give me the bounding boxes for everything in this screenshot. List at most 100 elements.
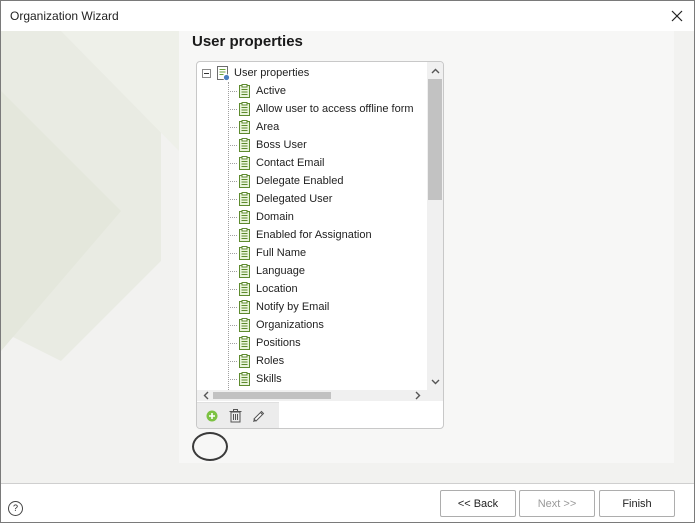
tree-item-label: Allow user to access offline form xyxy=(256,103,414,115)
tree-item[interactable]: Location xyxy=(228,280,298,298)
tree-root-node[interactable]: User properties xyxy=(202,64,309,82)
tree-connector xyxy=(228,144,237,146)
horizontal-scrollbar[interactable] xyxy=(197,390,427,401)
chevron-left-icon xyxy=(203,391,209,400)
property-icon xyxy=(239,138,250,152)
vertical-scroll-thumb[interactable] xyxy=(428,79,442,200)
finish-button[interactable]: Finish xyxy=(599,490,675,517)
tree-item[interactable]: Active xyxy=(228,82,286,100)
tree-connector xyxy=(228,180,237,182)
tree-item-label: Full Name xyxy=(256,247,307,259)
tree-item[interactable]: Skills xyxy=(228,370,282,388)
add-icon xyxy=(206,410,218,422)
tree-item[interactable]: Enabled for Assignation xyxy=(228,226,372,244)
tree-item[interactable]: Delegated User xyxy=(228,190,332,208)
chevron-up-icon xyxy=(431,68,439,73)
property-icon xyxy=(239,210,250,224)
property-icon xyxy=(239,318,250,332)
tree-connector xyxy=(228,270,237,272)
tree-view: User properties Active Allow user to acce… xyxy=(197,62,427,390)
tree-item-label: Roles xyxy=(256,355,285,367)
tree-item-label: Skills xyxy=(256,373,282,385)
property-icon xyxy=(239,372,250,386)
property-icon xyxy=(239,228,250,242)
property-icon xyxy=(239,84,250,98)
property-icon xyxy=(239,174,250,188)
pencil-icon xyxy=(253,410,265,422)
collapse-icon[interactable] xyxy=(202,68,211,78)
tree-item[interactable]: Delegate Enabled xyxy=(228,172,343,190)
delete-property-button[interactable] xyxy=(225,406,245,426)
tree-connector xyxy=(228,198,237,200)
property-icon xyxy=(239,246,250,260)
tree-item[interactable]: Notify by Email xyxy=(228,298,329,316)
tree-item-label: Contact Email xyxy=(256,157,325,169)
tree-item-label: Domain xyxy=(256,211,294,223)
help-icon[interactable]: ? xyxy=(8,501,23,516)
edit-property-button[interactable] xyxy=(249,406,269,426)
tree-item-label: Active xyxy=(256,85,286,97)
page-heading: User properties xyxy=(192,33,303,50)
property-icon xyxy=(239,120,250,134)
tree-connector xyxy=(228,252,237,254)
scroll-right-button[interactable] xyxy=(411,390,425,401)
property-icon xyxy=(239,354,250,368)
scroll-up-button[interactable] xyxy=(427,62,443,79)
user-properties-tree: User properties Active Allow user to acce… xyxy=(196,61,444,429)
tree-item-label: Enabled for Assignation xyxy=(256,229,372,241)
tree-item-label: Location xyxy=(256,283,298,295)
tree-connector xyxy=(228,288,237,290)
tree-item-label: Notify by Email xyxy=(256,301,330,313)
tree-item[interactable]: Positions xyxy=(228,334,301,352)
tree-connector xyxy=(228,378,237,380)
tree-item[interactable]: Language xyxy=(228,262,305,280)
close-icon xyxy=(671,10,683,22)
tree-item-label: Boss User xyxy=(256,139,307,151)
tree-item[interactable]: Full Name xyxy=(228,244,306,262)
tree-item[interactable]: Organizations xyxy=(228,316,324,334)
trash-icon xyxy=(229,409,241,423)
tree-item[interactable]: Allow user to access offline form xyxy=(228,100,414,118)
tree-connector xyxy=(228,216,237,218)
scroll-left-button[interactable] xyxy=(199,390,213,401)
chevron-down-icon xyxy=(431,379,439,384)
tree-item-label: Organizations xyxy=(256,319,324,331)
property-icon xyxy=(239,282,250,296)
tree-item[interactable]: Boss User xyxy=(228,136,307,154)
tree-item[interactable]: Roles xyxy=(228,352,284,370)
property-icon xyxy=(239,156,250,170)
tree-connector xyxy=(228,342,237,344)
tree-toolbar xyxy=(197,402,279,428)
property-icon xyxy=(239,264,250,278)
tree-item-label: Positions xyxy=(256,337,301,349)
wizard-footer: ? << Back Next >> Finish xyxy=(1,484,694,522)
next-button[interactable]: Next >> xyxy=(519,490,595,517)
title-bar: Organization Wizard xyxy=(1,1,694,31)
tree-connector xyxy=(228,90,237,92)
tree-item-label: Delegate Enabled xyxy=(256,175,344,187)
back-button[interactable]: << Back xyxy=(440,490,516,517)
tree-connector xyxy=(228,306,237,308)
organization-wizard-window: Organization Wizard User properties User… xyxy=(0,0,695,523)
scroll-down-button[interactable] xyxy=(427,373,443,390)
tree-item[interactable]: Domain xyxy=(228,208,294,226)
close-button[interactable] xyxy=(660,1,694,31)
tree-item[interactable]: Area xyxy=(228,118,279,136)
property-icon xyxy=(239,102,250,116)
horizontal-scroll-thumb[interactable] xyxy=(213,392,331,399)
tree-item-label: Language xyxy=(256,265,305,277)
tree-root-label: User properties xyxy=(234,67,310,79)
property-icon xyxy=(239,336,250,350)
tree-item-label: Delegated User xyxy=(256,193,333,205)
tree-connector xyxy=(228,162,237,164)
tree-connector xyxy=(228,234,237,236)
tree-connector xyxy=(228,360,237,362)
tree-connector xyxy=(228,324,237,326)
tree-item-label: Area xyxy=(256,121,280,133)
add-property-button[interactable] xyxy=(202,406,222,426)
add-button-highlight xyxy=(192,432,228,461)
tree-item[interactable]: Contact Email xyxy=(228,154,324,172)
vertical-scrollbar[interactable] xyxy=(427,62,443,390)
property-icon xyxy=(239,192,250,206)
chevron-right-icon xyxy=(415,391,421,400)
